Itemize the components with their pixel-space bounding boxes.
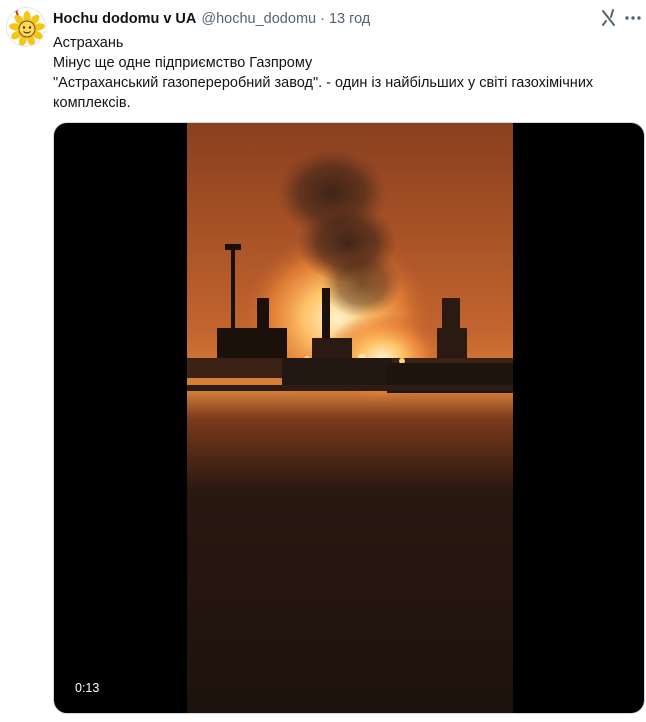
- avatar[interactable]: [6, 7, 46, 47]
- sunflower-avatar-icon: [9, 8, 45, 46]
- video-player[interactable]: 0:13: [53, 122, 645, 714]
- tweet-card[interactable]: Hochu dodomu v UA @hochu_dodomu · 13 год…: [0, 0, 646, 722]
- tweet-text-line: Мінус ще одне підприємство Газпрому: [53, 55, 313, 71]
- tweet-text-line: комплексів.: [53, 95, 131, 111]
- video-frame: [187, 123, 513, 713]
- more-options-icon[interactable]: [623, 8, 643, 28]
- tweet-timestamp[interactable]: 13 год: [329, 11, 370, 27]
- video-duration: 0:13: [67, 678, 108, 698]
- tweet-text: Астрахань Мінус ще одне підприємство Газ…: [53, 33, 639, 113]
- tweet-text-line: "Астраханський газопереробний завод". - …: [53, 75, 594, 91]
- author-display-name[interactable]: Hochu dodomu v UA: [53, 11, 196, 27]
- tweet-text-line: Астрахань: [53, 35, 124, 51]
- grok-icon[interactable]: [600, 8, 618, 28]
- tweet-header: Hochu dodomu v UA @hochu_dodomu · 13 год: [53, 9, 576, 29]
- author-handle[interactable]: @hochu_dodomu: [201, 11, 316, 27]
- separator-dot: ·: [320, 11, 325, 27]
